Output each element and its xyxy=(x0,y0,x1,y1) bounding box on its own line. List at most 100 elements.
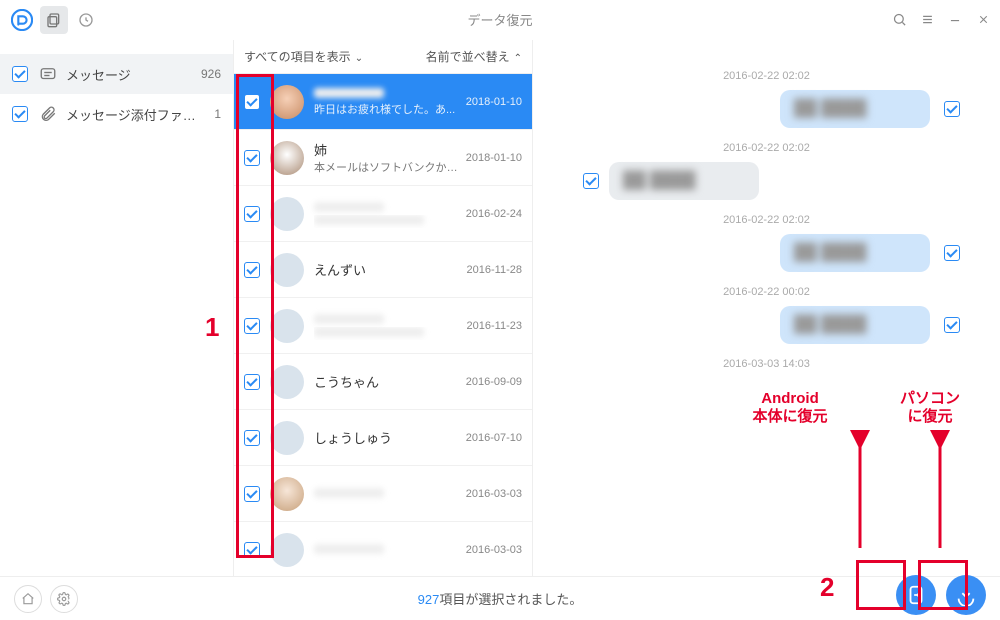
header-btn-pages[interactable] xyxy=(40,6,68,34)
avatar xyxy=(270,421,304,455)
checkbox-icon[interactable] xyxy=(12,106,28,122)
main-area: メッセージ 926 メッセージ添付ファ… 1 すべての項目を表示 ⌄ 名前で並べ替… xyxy=(0,40,1000,576)
conversation-name: こうちゃん xyxy=(314,372,460,391)
conversation-row[interactable]: えんずい 2016-11-28 xyxy=(234,242,532,298)
conversation-row[interactable]: しょうしゅう 2016-07-10 xyxy=(234,410,532,466)
conversation-name xyxy=(314,542,460,557)
avatar xyxy=(270,141,304,175)
conversation-preview: 本メールはソフトバンクからお... xyxy=(314,159,460,175)
conversation-date: 2016-11-28 xyxy=(467,264,522,276)
app-logo xyxy=(8,6,36,34)
message-icon xyxy=(38,64,58,84)
attachment-icon xyxy=(38,104,58,124)
annotation-text-android: Android本体に復元 xyxy=(730,390,850,426)
sidebar-item-label: メッセージ xyxy=(66,65,201,84)
menu-icon[interactable] xyxy=(918,11,936,29)
conversation-row[interactable]: こうちゃん 2016-09-09 xyxy=(234,354,532,410)
sort-dropdown[interactable]: 名前で並べ替え ⌃ xyxy=(426,48,522,65)
conversation-name xyxy=(314,200,460,215)
avatar xyxy=(270,365,304,399)
conversation-name xyxy=(314,486,460,501)
avatar xyxy=(270,477,304,511)
conversation-row[interactable]: 姉本メールはソフトバンクからお... 2018-01-10 xyxy=(234,130,532,186)
outgoing-message: ██ ████ xyxy=(573,234,960,272)
conversation-row[interactable]: 2016-03-03 xyxy=(234,522,532,576)
avatar xyxy=(270,253,304,287)
conversation-date: 2016-03-03 xyxy=(466,544,522,556)
conversation-row[interactable]: 昨日はお疲れ様でした。あ... 2018-01-10 xyxy=(234,74,532,130)
conversation-date: 2018-01-10 xyxy=(466,96,522,108)
conversation-date: 2016-07-10 xyxy=(466,432,522,444)
chat-pane: 2016-02-22 02:02 ██ ████ 2016-02-22 02:02 █… xyxy=(533,40,1000,576)
chevron-down-icon: ⌄ xyxy=(355,53,363,64)
header-btn-clock[interactable] xyxy=(72,6,100,34)
conversation-name: しょうしゅう xyxy=(314,428,460,447)
avatar xyxy=(270,85,304,119)
sort-label: 名前で並べ替え xyxy=(426,50,510,64)
message-bubble[interactable]: ██ ████ xyxy=(780,306,930,344)
checkbox-icon[interactable] xyxy=(944,101,960,117)
annotation-box-device xyxy=(856,560,906,610)
filter-label: すべての項目を表示 xyxy=(244,50,351,64)
conversation-date: 2016-11-23 xyxy=(467,320,522,332)
checkbox-icon[interactable] xyxy=(944,317,960,333)
chevron-up-icon: ⌃ xyxy=(514,53,522,64)
conversation-list[interactable]: 昨日はお疲れ様でした。あ...2018-01-10姉本メールはソフトバンクからお… xyxy=(234,74,532,576)
conversation-name xyxy=(314,86,460,101)
conversation-date: 2016-03-03 xyxy=(466,488,522,500)
conversation-preview xyxy=(314,327,461,340)
conversation-date: 2016-09-09 xyxy=(466,376,522,388)
avatar xyxy=(270,533,304,567)
sidebar-item-attachments[interactable]: メッセージ添付ファ… 1 xyxy=(0,94,233,134)
chat-timestamp: 2016-03-03 14:03 xyxy=(573,358,960,370)
chat-timestamp: 2016-02-22 00:02 xyxy=(573,286,960,298)
annotation-box-1 xyxy=(236,74,274,558)
conversation-preview xyxy=(314,215,460,228)
selection-status: 927項目が選択されました。 xyxy=(418,589,583,608)
sidebar-item-messages[interactable]: メッセージ 926 xyxy=(0,54,233,94)
avatar xyxy=(270,309,304,343)
incoming-message: ██ ████ xyxy=(573,162,960,200)
conversation-row[interactable]: 2016-02-24 xyxy=(234,186,532,242)
selection-count: 927 xyxy=(418,592,440,607)
sidebar-item-label: メッセージ添付ファ… xyxy=(66,105,214,124)
home-button[interactable] xyxy=(14,585,42,613)
outgoing-message: ██ ████ xyxy=(573,306,960,344)
selection-suffix: 項目が選択されました。 xyxy=(439,592,582,607)
sidebar-item-count: 1 xyxy=(214,107,221,121)
conversation-name: えんずい xyxy=(314,260,461,279)
conversation-date: 2018-01-10 xyxy=(466,152,522,164)
conversation-row[interactable]: 2016-03-03 xyxy=(234,466,532,522)
search-icon[interactable] xyxy=(890,11,908,29)
close-icon[interactable] xyxy=(974,11,992,29)
checkbox-icon[interactable] xyxy=(944,245,960,261)
message-bubble[interactable]: ██ ████ xyxy=(780,234,930,272)
conversation-name: 姉 xyxy=(314,140,460,159)
annotation-label-1: 1 xyxy=(205,312,219,343)
sidebar: メッセージ 926 メッセージ添付ファ… 1 xyxy=(0,40,233,576)
chat-timestamp: 2016-02-22 02:02 xyxy=(573,142,960,154)
message-bubble[interactable]: ██ ████ xyxy=(780,90,930,128)
checkbox-icon[interactable] xyxy=(12,66,28,82)
filter-dropdown[interactable]: すべての項目を表示 ⌄ xyxy=(244,48,363,65)
outgoing-message: ██ ████ xyxy=(573,90,960,128)
chat-timestamp: 2016-02-22 02:02 xyxy=(573,214,960,226)
chat-timestamp: 2016-02-22 02:02 xyxy=(573,70,960,82)
annotation-box-pc xyxy=(918,560,968,610)
conversation-panel: すべての項目を表示 ⌄ 名前で並べ替え ⌃ 昨日はお疲れ様でした。あ... 2018-… xyxy=(233,40,533,576)
app-header: データ復元 xyxy=(0,0,1000,40)
message-bubble[interactable]: ██ ████ xyxy=(609,162,759,200)
conversation-date: 2016-02-24 xyxy=(466,208,522,220)
conversation-preview: 昨日はお疲れ様でした。あ... xyxy=(314,101,460,117)
sidebar-item-count: 926 xyxy=(201,67,221,81)
conversation-toolbar: すべての項目を表示 ⌄ 名前で並べ替え ⌃ xyxy=(234,40,532,74)
window-title: データ復元 xyxy=(467,10,532,29)
settings-button[interactable] xyxy=(50,585,78,613)
checkbox-icon[interactable] xyxy=(583,173,599,189)
footer: 927項目が選択されました。 xyxy=(0,576,1000,620)
minimize-icon[interactable] xyxy=(946,11,964,29)
conversation-row[interactable]: 2016-11-23 xyxy=(234,298,532,354)
avatar xyxy=(270,197,304,231)
annotation-text-pc: パソコンに復元 xyxy=(880,390,980,426)
conversation-name xyxy=(314,312,461,327)
